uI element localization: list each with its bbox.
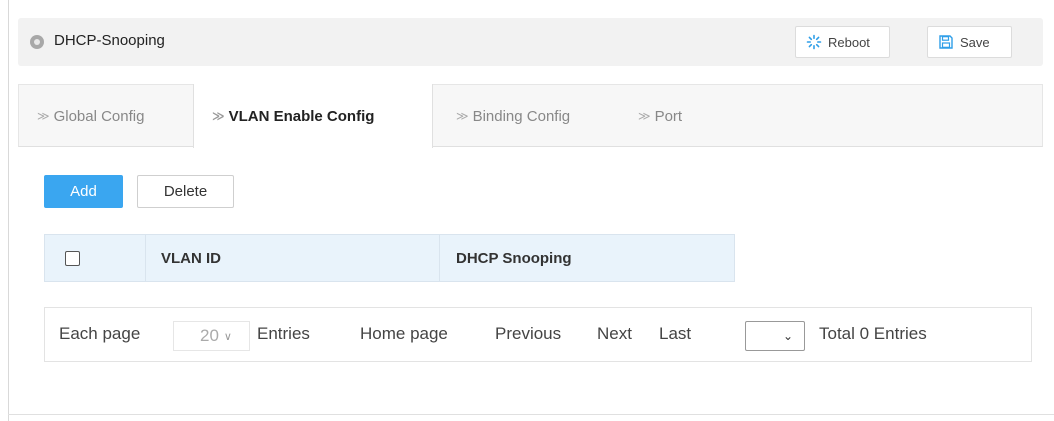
add-button[interactable]: Add (44, 175, 123, 208)
double-chevron-right-icon: ≫ (456, 109, 469, 123)
pagination-bar: Each page 20 ∨ Entries Home page Previou… (44, 307, 1032, 362)
floppy-disk-icon (939, 35, 953, 49)
each-page-label: Each page (59, 324, 141, 343)
chevron-down-icon: ∨ (223, 330, 232, 343)
tab-binding-config[interactable]: ≫ Binding Config (456, 85, 570, 147)
tab-label: VLAN Enable Config (228, 107, 375, 125)
next-page-link[interactable]: Next (597, 324, 632, 344)
double-chevron-right-icon: ≫ (37, 109, 50, 123)
tab-port[interactable]: ≫ Port (638, 85, 682, 147)
circle-dot-icon (30, 35, 44, 49)
tab-global-config[interactable]: ≫ Global Config (37, 85, 144, 147)
page-header: DHCP-Snooping Reboot Save (18, 18, 1043, 66)
tab-vlan-enable-config[interactable]: ≫ VLAN Enable Config (193, 84, 433, 148)
tab-label: Port (654, 107, 683, 125)
tab-bar: ≫ Global Config ≫ VLAN Enable Config ≫ B… (18, 84, 1043, 148)
save-label: Save (960, 34, 990, 50)
page-jump-select[interactable]: ⌄ (745, 321, 805, 351)
previous-page-link[interactable]: Previous (495, 324, 561, 344)
double-chevron-right-icon: ≫ (638, 109, 651, 123)
column-header-dhcp-snooping[interactable]: DHCP Snooping (440, 235, 734, 281)
home-page-link[interactable]: Home page (360, 324, 448, 344)
total-entries-label: Total 0 Entries (819, 324, 927, 343)
reboot-button[interactable]: Reboot (795, 26, 890, 58)
spinner-icon (806, 34, 822, 50)
page-size-value: 20 (200, 326, 219, 345)
chevron-down-icon: ⌄ (782, 329, 793, 343)
panel-bottom-divider (8, 414, 1054, 415)
tab-label: Binding Config (472, 107, 571, 125)
select-all-checkbox[interactable] (65, 250, 80, 266)
last-page-link[interactable]: Last (659, 324, 691, 344)
tab-label: Global Config (53, 107, 145, 125)
table-header: VLAN ID DHCP Snooping (44, 234, 735, 282)
page-title: DHCP-Snooping (54, 32, 165, 49)
delete-button[interactable]: Delete (137, 175, 234, 208)
page-size-select[interactable]: 20 ∨ (173, 321, 250, 351)
double-chevron-right-icon: ≫ (212, 109, 225, 123)
column-header-vlan-id[interactable]: VLAN ID (146, 235, 440, 281)
select-all-cell (45, 235, 146, 281)
save-button[interactable]: Save (927, 26, 1012, 58)
reboot-label: Reboot (828, 34, 870, 50)
entries-label: Entries (257, 324, 310, 343)
